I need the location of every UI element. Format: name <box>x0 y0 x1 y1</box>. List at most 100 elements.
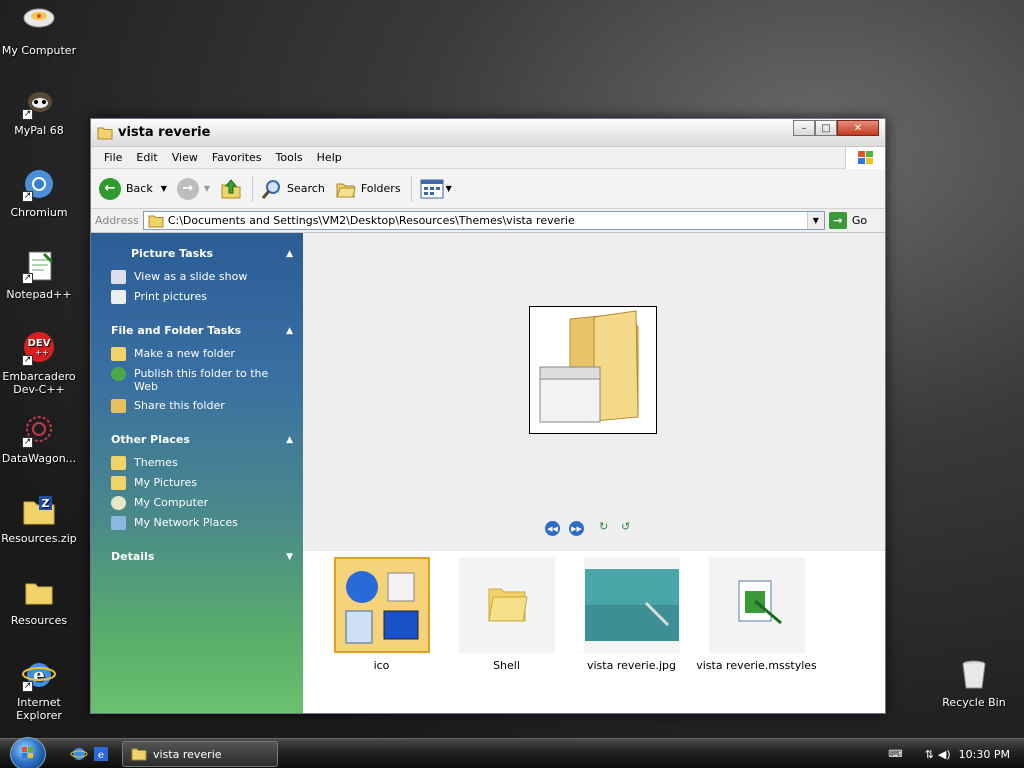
desktop-icon-label: MyPal 68 <box>14 124 64 137</box>
collapse-chevron-icon[interactable]: ▲ <box>286 435 293 445</box>
menu-help[interactable]: Help <box>310 151 349 164</box>
desktop-icon-recycle-bin[interactable]: Recycle Bin <box>935 658 1013 709</box>
forward-button[interactable]: → ▼ <box>176 177 210 200</box>
jpg-thumbnail <box>583 557 680 653</box>
task-publish-web[interactable]: Publish this folder to the Web <box>111 367 293 393</box>
desktop-icon-resources-zip[interactable]: Z Resources.zip <box>0 494 78 545</box>
menu-favorites[interactable]: Favorites <box>205 151 269 164</box>
file-item-vista-reverie-jpg[interactable]: vista reverie.jpg <box>569 557 694 672</box>
taskbar-button-vista-reverie[interactable]: vista reverie <box>122 741 278 767</box>
file-item-shell[interactable]: Shell <box>444 557 569 672</box>
menu-file[interactable]: File <box>97 151 129 164</box>
svg-text:Z: Z <box>42 497 50 510</box>
place-my-computer[interactable]: My Computer <box>111 496 293 510</box>
publish-web-icon <box>111 367 126 381</box>
address-value: C:\Documents and Settings\VM2\Desktop\Re… <box>167 214 575 227</box>
menu-bar: File Edit View Favorites Tools Help <box>91 147 885 169</box>
address-bar: Address C:\Documents and Settings\VM2\De… <box>91 209 885 233</box>
details-section: Details ▼ <box>91 550 303 563</box>
notepadpp-icon: ↗ <box>22 250 56 284</box>
picture-tasks-header[interactable]: Picture Tasks ▲ <box>111 247 293 260</box>
rotate-clockwise-button[interactable]: ↻ <box>599 521 615 533</box>
keyboard-icon[interactable]: ⌨ <box>888 749 902 760</box>
shortcut-arrow-icon: ↗ <box>22 191 33 202</box>
place-my-network-places[interactable]: My Network Places <box>111 516 293 530</box>
collapse-chevron-icon[interactable]: ▲ <box>286 326 293 336</box>
menu-view[interactable]: View <box>165 151 205 164</box>
explorer-window[interactable]: vista reverie – □ ✕ File Edit View Favor… <box>90 118 886 714</box>
views-button[interactable]: ▼ <box>420 179 452 199</box>
task-print-pictures[interactable]: Print pictures <box>111 290 293 304</box>
desktop-icon-resources[interactable]: Resources <box>0 576 78 627</box>
zip-folder-icon: Z <box>22 494 56 528</box>
details-header[interactable]: Details ▼ <box>111 550 293 563</box>
file-folder-tasks-section: File and Folder Tasks ▲ Make a new folde… <box>91 324 303 413</box>
network-places-icon <box>111 516 126 530</box>
file-folder-tasks-title: File and Folder Tasks <box>111 324 242 337</box>
next-image-button[interactable]: ▶▶ <box>569 521 584 536</box>
task-pane: Picture Tasks ▲ View as a slide show Pri… <box>91 233 303 713</box>
place-themes[interactable]: Themes <box>111 456 293 470</box>
folder-icon <box>131 748 147 761</box>
folders-button[interactable]: Folders <box>335 178 401 200</box>
clock[interactable]: 10:30 PM <box>959 748 1010 761</box>
desktop-icon-chromium[interactable]: ↗ Chromium <box>0 168 78 219</box>
raccoon-browser-icon: ↗ <box>22 86 56 120</box>
go-button[interactable]: → Go <box>828 212 867 229</box>
task-label: Print pictures <box>134 290 207 303</box>
search-label: Search <box>287 182 325 195</box>
rotate-counterclockwise-button[interactable]: ↺ <box>621 521 637 533</box>
menu-tools[interactable]: Tools <box>269 151 310 164</box>
file-folder-tasks-header[interactable]: File and Folder Tasks ▲ <box>111 324 293 337</box>
previous-image-button[interactable]: ◀◀ <box>545 521 560 536</box>
quicklaunch-ie-alt-icon[interactable]: e <box>92 746 110 762</box>
desktop-icon-internet-explorer[interactable]: e ↗ Internet Explorer <box>0 658 78 722</box>
place-label: My Pictures <box>134 476 198 489</box>
desktop-icon-datawagon[interactable]: ↗ DataWagon... <box>0 414 78 465</box>
minimize-button[interactable]: – <box>793 120 815 136</box>
network-icon[interactable]: ⇅ <box>925 748 934 761</box>
shortcut-arrow-icon: ↗ <box>22 355 33 366</box>
task-label: Share this folder <box>134 399 225 412</box>
task-make-new-folder[interactable]: Make a new folder <box>111 347 293 361</box>
printer-icon <box>111 290 126 304</box>
my-computer-icon <box>111 496 126 510</box>
volume-icon[interactable]: ◀) <box>938 748 951 761</box>
start-button[interactable] <box>10 737 46 768</box>
folders-label: Folders <box>360 182 401 195</box>
desktop-icon-devcpp[interactable]: DEV ++ ↗ Embarcadero Dev-C++ <box>0 332 78 396</box>
svg-text:++: ++ <box>35 348 48 357</box>
task-share-folder[interactable]: Share this folder <box>111 399 293 413</box>
up-folder-icon <box>221 178 241 198</box>
folder-icon <box>111 456 126 470</box>
title-bar[interactable]: vista reverie – □ ✕ <box>91 119 885 147</box>
desktop-icon-my-computer[interactable]: My Computer <box>0 6 78 57</box>
task-view-slideshow[interactable]: View as a slide show <box>111 270 293 284</box>
file-item-vista-reverie-msstyles[interactable]: vista reverie.msstyles <box>694 557 819 672</box>
place-my-pictures[interactable]: My Pictures <box>111 476 293 490</box>
expand-chevron-icon[interactable]: ▼ <box>286 552 293 562</box>
file-item-ico[interactable]: ico <box>319 557 444 672</box>
collapse-chevron-icon[interactable]: ▲ <box>286 249 293 259</box>
up-folder-button[interactable] <box>220 178 242 200</box>
close-button[interactable]: ✕ <box>837 120 879 136</box>
file-name: vista reverie.jpg <box>586 659 677 672</box>
back-dropdown-icon[interactable]: ▼ <box>161 184 167 193</box>
picture-tasks-section: Picture Tasks ▲ View as a slide show Pri… <box>91 247 303 304</box>
quicklaunch-ie-icon[interactable] <box>70 746 88 762</box>
views-icon <box>420 179 444 198</box>
desktop-icon-mypal[interactable]: ↗ MyPal 68 <box>0 86 78 137</box>
other-places-header[interactable]: Other Places ▲ <box>111 433 293 446</box>
maximize-button[interactable]: □ <box>815 120 837 136</box>
back-button[interactable]: ← Back ▼ <box>99 177 167 200</box>
taskbar-button-label: vista reverie <box>153 747 222 761</box>
address-dropdown-icon[interactable]: ▼ <box>806 212 824 229</box>
toolbar-separator <box>252 175 254 202</box>
address-field[interactable]: C:\Documents and Settings\VM2\Desktop\Re… <box>142 211 825 230</box>
desktop-icon-label: My Computer <box>1 44 77 57</box>
menu-edit[interactable]: Edit <box>129 151 164 164</box>
desktop-icon-notepadpp[interactable]: ↗ Notepad++ <box>0 250 78 301</box>
task-label: Make a new folder <box>134 347 235 360</box>
share-folder-icon <box>111 399 126 413</box>
search-button[interactable]: Search <box>261 178 325 200</box>
